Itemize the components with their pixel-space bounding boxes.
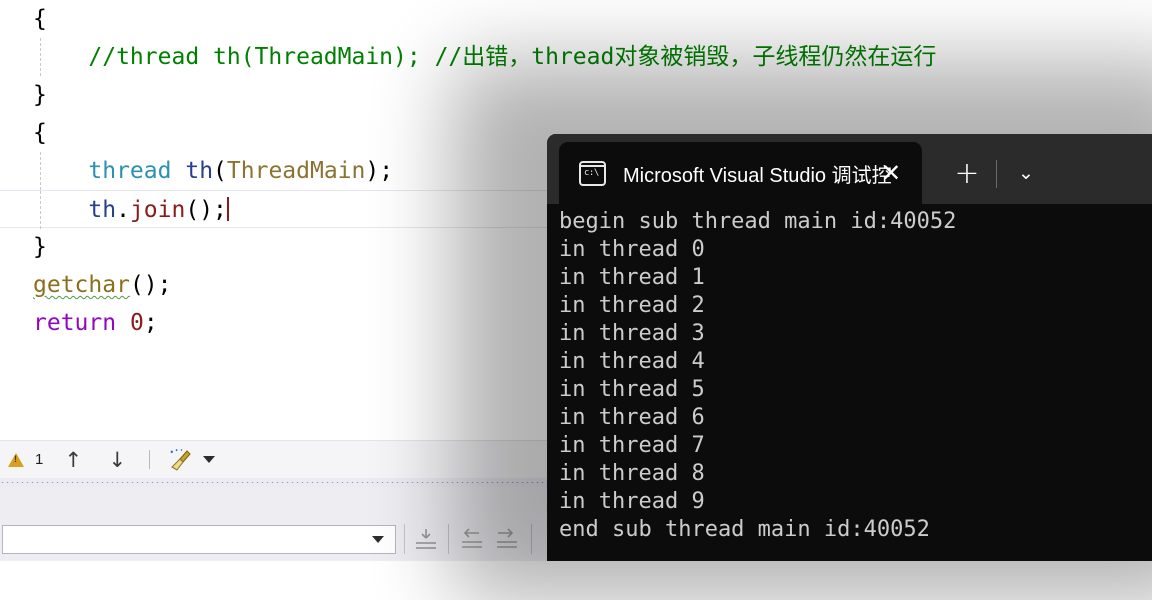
code-line[interactable]: //thread th(ThreadMain); //出错，thread对象被销… (0, 38, 1152, 76)
code-token: (); (129, 272, 172, 298)
warning-indicator[interactable]: 1 (0, 441, 51, 478)
text-cursor (226, 197, 229, 221)
indent-guide (40, 152, 41, 190)
code-token: { (33, 6, 47, 32)
terminal-line: in thread 2 (559, 293, 705, 318)
terminal-line: in thread 0 (559, 237, 705, 262)
code-token: join (129, 197, 186, 223)
terminal-line: begin sub thread main id:40052 (559, 209, 957, 234)
indent-guide (40, 38, 41, 76)
code-token: getchar (33, 272, 130, 298)
code-token: ); (365, 158, 394, 184)
terminal-window[interactable]: Microsoft Visual Studio 调试控 ✕ + ⌄ begin … (547, 134, 1152, 561)
code-cleanup-button[interactable] (160, 441, 223, 478)
terminal-tab[interactable]: Microsoft Visual Studio 调试控 ✕ (559, 142, 922, 204)
broom-icon (168, 448, 194, 471)
close-icon[interactable]: ✕ (874, 156, 908, 190)
terminal-line: in thread 7 (559, 433, 705, 458)
code-token: thread (88, 158, 172, 184)
terminal-line: in thread 1 (559, 265, 705, 290)
code-token: 0 (129, 310, 144, 336)
code-token: (); (185, 197, 227, 223)
cmd-prompt-icon (579, 160, 606, 186)
terminal-line: in thread 3 (559, 321, 705, 346)
code-token: } (33, 82, 47, 108)
code-token: ( (213, 158, 227, 184)
previous-issue-button[interactable]: ↑ (51, 441, 95, 478)
chevron-down-icon[interactable] (372, 536, 384, 543)
chevron-down-icon[interactable] (203, 456, 216, 463)
terminal-line: in thread 9 (559, 489, 705, 514)
terminal-line: in thread 4 (559, 349, 705, 374)
code-token: ThreadMain (226, 158, 366, 184)
code-token: th (185, 158, 214, 184)
titlebar-divider (996, 160, 997, 188)
terminal-tab-title: Microsoft Visual Studio 调试控 (623, 164, 892, 187)
code-line[interactable]: { (0, 0, 1152, 38)
terminal-output[interactable]: begin sub thread main id:40052 in thread … (547, 204, 1152, 557)
code-token: //thread th(ThreadMain); //出错，thread对象被销… (33, 44, 937, 70)
new-tab-button[interactable]: + (944, 150, 990, 196)
code-line[interactable]: } (0, 76, 1152, 114)
code-token: } (33, 234, 47, 260)
warning-triangle-icon (8, 452, 24, 467)
code-token: . (116, 197, 130, 223)
code-token: { (33, 120, 47, 146)
toolbar-divider (149, 450, 151, 469)
next-issue-button[interactable]: ↓ (95, 441, 139, 478)
terminal-line: in thread 8 (559, 461, 705, 486)
chevron-down-icon[interactable]: ⌄ (1003, 150, 1049, 196)
terminal-titlebar[interactable]: Microsoft Visual Studio 调试控 ✕ + ⌄ (547, 134, 1152, 204)
code-token: th (88, 197, 117, 223)
code-token: ; (143, 310, 158, 336)
code-token: return (33, 310, 117, 336)
warning-count: 1 (35, 451, 44, 468)
terminal-line: end sub thread main id:40052 (559, 517, 930, 542)
indent-guide (40, 191, 41, 229)
terminal-line: in thread 5 (559, 377, 705, 402)
terminal-line: in thread 6 (559, 405, 705, 430)
